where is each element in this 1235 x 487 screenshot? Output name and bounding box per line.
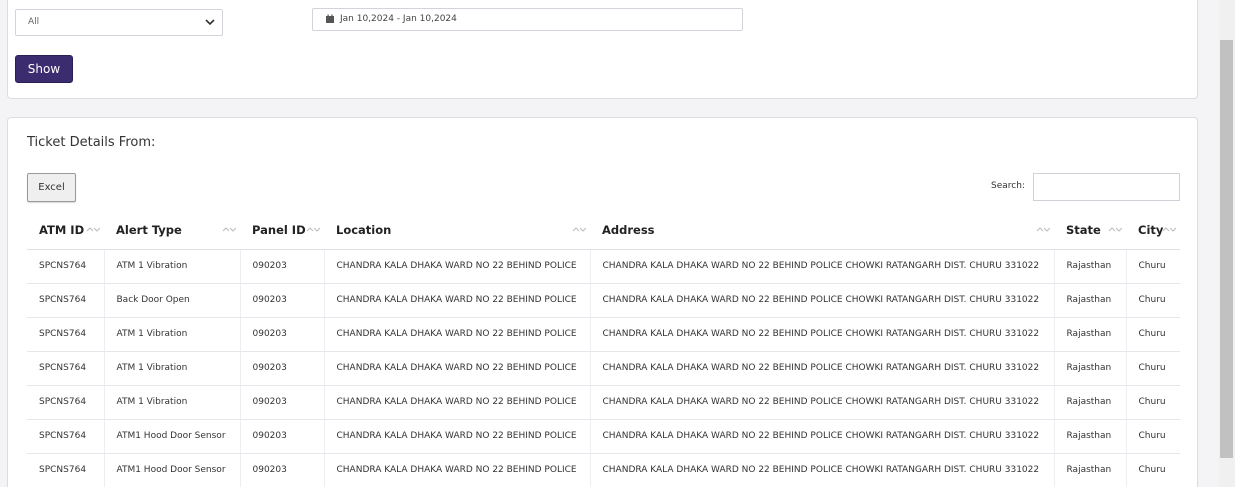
table-cell: CHANDRA KALA DHAKA WARD NO 22 BEHIND POL… [323, 249, 590, 284]
sort-arrows-icon[interactable] [572, 225, 586, 234]
excel-export-button[interactable]: Excel [27, 173, 76, 202]
sort-arrows-icon[interactable] [1108, 225, 1122, 234]
table-row: SPCNS764 ATM 1 Vibration 090203 CHANDRA KAL… [27, 317, 1180, 352]
ticket-details-title: Ticket Details From: [27, 135, 156, 150]
column-header[interactable]: Alert Type [104, 212, 240, 250]
filter-select-value: All [28, 17, 40, 27]
table-cell: SPCNS764 [27, 419, 104, 454]
table-cell: SPCNS764 [27, 249, 104, 284]
table-cell: ATM 1 Vibration [103, 351, 240, 386]
table-cell: SPCNS764 [27, 453, 104, 487]
table-cell: CHANDRA KALA DHAKA WARD NO 22 BEHIND POL… [589, 249, 1054, 284]
table-cell: SPCNS764 [27, 317, 104, 352]
sort-arrows-icon[interactable] [1036, 225, 1050, 234]
column-header-label: Alert Type [116, 223, 182, 238]
table-cell: ATM1 Hood Door Sensor [103, 453, 240, 487]
column-header[interactable]: Panel ID [240, 212, 324, 250]
column-header[interactable]: Address [590, 212, 1054, 250]
ticket-table: ATM ID Alert Type Panel ID Location Address S… [27, 212, 1180, 487]
table-row: SPCNS764 Back Door Open 090203 CHANDRA KALA… [27, 283, 1180, 318]
table-cell: SPCNS764 [27, 351, 104, 386]
table-body: SPCNS764 ATM 1 Vibration 090203 CHANDRA KAL… [27, 249, 1180, 487]
table-cell: CHANDRA KALA DHAKA WARD NO 22 BEHIND POL… [589, 351, 1054, 386]
table-cell: Back Door Open [103, 283, 240, 318]
column-header[interactable]: City [1126, 212, 1180, 250]
table-cell: Rajasthan [1053, 419, 1126, 454]
table-cell: Churu [1125, 317, 1180, 352]
sort-arrows-icon[interactable] [1162, 225, 1176, 234]
scrollbar-thumb[interactable] [1220, 40, 1233, 458]
table-cell: Rajasthan [1053, 453, 1126, 487]
sort-arrows-icon[interactable] [306, 225, 320, 234]
table-cell: CHANDRA KALA DHAKA WARD NO 22 BEHIND POL… [323, 385, 590, 420]
table-cell: SPCNS764 [27, 283, 104, 318]
table-cell: ATM1 Hood Door Sensor [103, 419, 240, 454]
table-cell: Rajasthan [1053, 283, 1126, 318]
search-input[interactable] [1033, 173, 1180, 201]
table-cell: 090203 [239, 419, 324, 454]
column-header-label: Location [336, 223, 392, 238]
table-cell: CHANDRA KALA DHAKA WARD NO 22 BEHIND POL… [589, 419, 1054, 454]
table-cell: 090203 [239, 317, 324, 352]
table-row: SPCNS764 ATM 1 Vibration 090203 CHANDRA KAL… [27, 249, 1180, 284]
table-cell: Rajasthan [1053, 385, 1126, 420]
ticket-details-card: Ticket Details From: Excel Search: ATM I… [7, 117, 1198, 487]
column-header-label: Panel ID [252, 223, 306, 238]
sort-arrows-icon[interactable] [86, 225, 100, 234]
sort-arrows-icon[interactable] [222, 225, 236, 234]
table-cell: CHANDRA KALA DHAKA WARD NO 22 BEHIND POL… [589, 453, 1054, 487]
table-row: SPCNS764 ATM1 Hood Door Sensor 090203 CHAND… [27, 453, 1180, 487]
table-cell: Churu [1125, 385, 1180, 420]
table-cell: Rajasthan [1053, 351, 1126, 386]
date-range-text: Jan 10,2024 - Jan 10,2024 [340, 14, 457, 24]
table-cell: Churu [1125, 419, 1180, 454]
table-cell: 090203 [239, 249, 324, 284]
table-cell: Rajasthan [1053, 249, 1126, 284]
column-header[interactable]: State [1054, 212, 1126, 250]
table-cell: CHANDRA KALA DHAKA WARD NO 22 BEHIND POL… [589, 283, 1054, 318]
search-label: Search: [991, 181, 1025, 191]
table-cell: ATM 1 Vibration [103, 385, 240, 420]
show-button[interactable]: Show [15, 55, 73, 83]
column-header-label: Address [602, 223, 655, 238]
table-cell: Churu [1125, 283, 1180, 318]
table-cell: CHANDRA KALA DHAKA WARD NO 22 BEHIND POL… [589, 385, 1054, 420]
table-cell: 090203 [239, 385, 324, 420]
date-range-picker[interactable]: Jan 10,2024 - Jan 10,2024 [312, 8, 743, 31]
table-row: SPCNS764 ATM 1 Vibration 090203 CHANDRA KAL… [27, 385, 1180, 420]
table-cell: 090203 [239, 283, 324, 318]
table-cell: CHANDRA KALA DHAKA WARD NO 22 BEHIND POL… [323, 351, 590, 386]
column-header[interactable]: ATM ID [27, 212, 104, 250]
table-row: SPCNS764 ATM 1 Vibration 090203 CHANDRA KAL… [27, 351, 1180, 386]
table-header-row: ATM ID Alert Type Panel ID Location Address S… [27, 212, 1180, 250]
column-header-label: State [1066, 223, 1101, 238]
table-cell: Rajasthan [1053, 317, 1126, 352]
column-header-label: ATM ID [39, 223, 85, 238]
table-cell: Churu [1125, 351, 1180, 386]
table-cell: ATM 1 Vibration [103, 317, 240, 352]
table-cell: Churu [1125, 453, 1180, 487]
table-cell: CHANDRA KALA DHAKA WARD NO 22 BEHIND POL… [323, 283, 590, 318]
table-row: SPCNS764 ATM1 Hood Door Sensor 090203 CHAND… [27, 419, 1180, 454]
filter-select[interactable]: All [15, 9, 223, 36]
table-cell: Churu [1125, 249, 1180, 284]
table-cell: ATM 1 Vibration [103, 249, 240, 284]
table-cell: SPCNS764 [27, 385, 104, 420]
calendar-icon [326, 14, 334, 23]
table-cell: 090203 [239, 453, 324, 487]
column-header-label: City [1138, 223, 1164, 238]
table-cell: CHANDRA KALA DHAKA WARD NO 22 BEHIND POL… [323, 419, 590, 454]
table-cell: CHANDRA KALA DHAKA WARD NO 22 BEHIND POL… [323, 317, 590, 352]
column-header[interactable]: Location [324, 212, 590, 250]
table-cell: CHANDRA KALA DHAKA WARD NO 22 BEHIND POL… [323, 453, 590, 487]
table-cell: CHANDRA KALA DHAKA WARD NO 22 BEHIND POL… [589, 317, 1054, 352]
chevron-down-icon [205, 19, 215, 26]
table-cell: 090203 [239, 351, 324, 386]
